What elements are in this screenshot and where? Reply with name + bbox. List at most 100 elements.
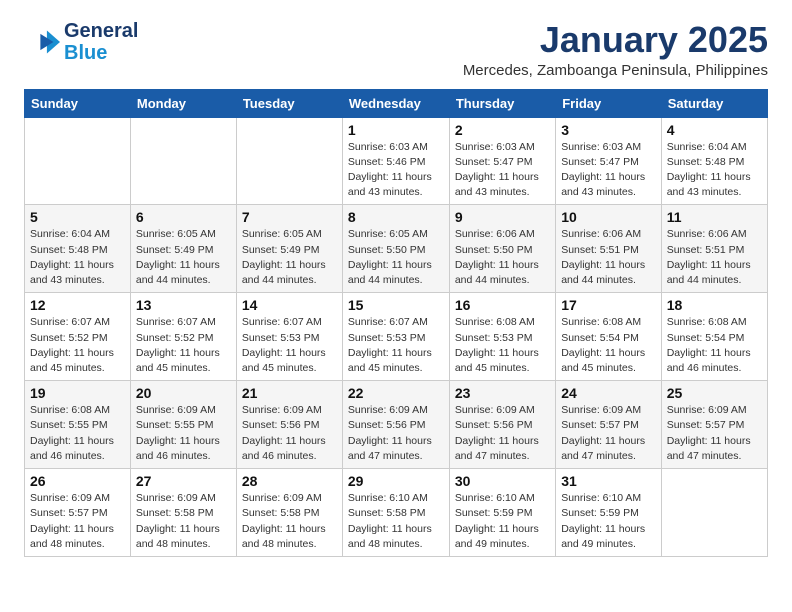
day-number: 18	[667, 297, 762, 313]
day-number: 31	[561, 473, 656, 489]
day-info: Sunrise: 6:09 AMSunset: 5:56 PMDaylight:…	[242, 403, 337, 464]
day-number: 8	[348, 209, 444, 225]
day-info: Sunrise: 6:08 AMSunset: 5:55 PMDaylight:…	[30, 403, 125, 464]
day-number: 21	[242, 385, 337, 401]
day-info: Sunrise: 6:09 AMSunset: 5:58 PMDaylight:…	[242, 491, 337, 552]
day-number: 6	[136, 209, 231, 225]
day-info: Sunrise: 6:10 AMSunset: 5:59 PMDaylight:…	[455, 491, 550, 552]
calendar-cell: 14Sunrise: 6:07 AMSunset: 5:53 PMDayligh…	[236, 293, 342, 381]
calendar-cell: 5Sunrise: 6:04 AMSunset: 5:48 PMDaylight…	[25, 205, 131, 293]
day-info: Sunrise: 6:08 AMSunset: 5:54 PMDaylight:…	[561, 315, 656, 376]
day-number: 13	[136, 297, 231, 313]
week-row-3: 12 Sunrise: 6:07 AMSunset: 5:52 PMDayligh…	[25, 293, 768, 381]
week-row-2: 5Sunrise: 6:04 AMSunset: 5:48 PMDaylight…	[25, 205, 768, 293]
calendar-table: SundayMondayTuesdayWednesdayThursdayFrid…	[24, 89, 768, 557]
calendar-cell: 6 Sunrise: 6:05 AMSunset: 5:49 PMDaylight…	[130, 205, 236, 293]
calendar-cell: 4 Sunrise: 6:04 AMSunset: 5:48 PMDaylight…	[661, 117, 767, 205]
calendar-cell: 23 Sunrise: 6:09 AMSunset: 5:56 PMDayligh…	[449, 381, 555, 469]
day-number: 19	[30, 385, 125, 401]
day-info: Sunrise: 6:03 AMSunset: 5:46 PMDaylight:…	[348, 140, 444, 201]
calendar-cell: 30 Sunrise: 6:10 AMSunset: 5:59 PMDayligh…	[449, 469, 555, 557]
day-number: 16	[455, 297, 550, 313]
calendar-cell: 3 Sunrise: 6:03 AMSunset: 5:47 PMDaylight…	[556, 117, 662, 205]
calendar-cell: 22Sunrise: 6:09 AMSunset: 5:56 PMDayligh…	[342, 381, 449, 469]
day-number: 17	[561, 297, 656, 313]
day-number: 7	[242, 209, 337, 225]
week-row-4: 19 Sunrise: 6:08 AMSunset: 5:55 PMDayligh…	[25, 381, 768, 469]
week-row-5: 26 Sunrise: 6:09 AMSunset: 5:57 PMDayligh…	[25, 469, 768, 557]
calendar-cell	[25, 117, 131, 205]
calendar-cell: 29 Sunrise: 6:10 AMSunset: 5:58 PMDayligh…	[342, 469, 449, 557]
location: Mercedes, Zamboanga Peninsula, Philippin…	[463, 62, 768, 79]
calendar-cell: 31 Sunrise: 6:10 AMSunset: 5:59 PMDayligh…	[556, 469, 662, 557]
day-header-monday: Monday	[130, 89, 236, 117]
day-info: Sunrise: 6:05 AMSunset: 5:50 PMDaylight:…	[348, 227, 444, 288]
day-info: Sunrise: 6:07 AMSunset: 5:52 PMDaylight:…	[30, 315, 125, 376]
logo-general: General	[64, 20, 138, 42]
day-number: 20	[136, 385, 231, 401]
calendar-cell: 26 Sunrise: 6:09 AMSunset: 5:57 PMDayligh…	[25, 469, 131, 557]
calendar-cell: 27 Sunrise: 6:09 AMSunset: 5:58 PMDayligh…	[130, 469, 236, 557]
day-number: 29	[348, 473, 444, 489]
day-number: 26	[30, 473, 125, 489]
day-number: 25	[667, 385, 762, 401]
title-block: January 2025 Mercedes, Zamboanga Peninsu…	[463, 20, 768, 79]
day-header-thursday: Thursday	[449, 89, 555, 117]
day-info: Sunrise: 6:09 AMSunset: 5:58 PMDaylight:…	[136, 491, 231, 552]
day-info: Sunrise: 6:10 AMSunset: 5:58 PMDaylight:…	[348, 491, 444, 552]
day-header-sunday: Sunday	[25, 89, 131, 117]
day-info: Sunrise: 6:04 AMSunset: 5:48 PMDaylight:…	[667, 140, 762, 201]
calendar-cell: 9 Sunrise: 6:06 AMSunset: 5:50 PMDaylight…	[449, 205, 555, 293]
day-info: Sunrise: 6:09 AMSunset: 5:57 PMDaylight:…	[30, 491, 125, 552]
day-info: Sunrise: 6:06 AMSunset: 5:50 PMDaylight:…	[455, 227, 550, 288]
day-info: Sunrise: 6:03 AMSunset: 5:47 PMDaylight:…	[561, 140, 656, 201]
day-info: Sunrise: 6:09 AMSunset: 5:55 PMDaylight:…	[136, 403, 231, 464]
calendar-cell: 24Sunrise: 6:09 AMSunset: 5:57 PMDayligh…	[556, 381, 662, 469]
day-info: Sunrise: 6:06 AMSunset: 5:51 PMDaylight:…	[667, 227, 762, 288]
day-header-wednesday: Wednesday	[342, 89, 449, 117]
day-info: Sunrise: 6:05 AMSunset: 5:49 PMDaylight:…	[136, 227, 231, 288]
day-number: 30	[455, 473, 550, 489]
day-number: 10	[561, 209, 656, 225]
day-info: Sunrise: 6:10 AMSunset: 5:59 PMDaylight:…	[561, 491, 656, 552]
calendar-cell	[661, 469, 767, 557]
week-row-1: 1 Sunrise: 6:03 AMSunset: 5:46 PMDaylight…	[25, 117, 768, 205]
day-header-saturday: Saturday	[661, 89, 767, 117]
calendar-cell: 7 Sunrise: 6:05 AMSunset: 5:49 PMDaylight…	[236, 205, 342, 293]
calendar-cell: 16Sunrise: 6:08 AMSunset: 5:53 PMDayligh…	[449, 293, 555, 381]
day-number: 1	[348, 122, 444, 138]
calendar-cell: 12 Sunrise: 6:07 AMSunset: 5:52 PMDayligh…	[25, 293, 131, 381]
calendar-cell: 11Sunrise: 6:06 AMSunset: 5:51 PMDayligh…	[661, 205, 767, 293]
day-number: 24	[561, 385, 656, 401]
day-info: Sunrise: 6:04 AMSunset: 5:48 PMDaylight:…	[30, 227, 125, 288]
calendar-cell	[130, 117, 236, 205]
calendar-cell: 13Sunrise: 6:07 AMSunset: 5:52 PMDayligh…	[130, 293, 236, 381]
logo-icon	[24, 24, 60, 60]
day-number: 3	[561, 122, 656, 138]
day-number: 2	[455, 122, 550, 138]
calendar-cell: 15Sunrise: 6:07 AMSunset: 5:53 PMDayligh…	[342, 293, 449, 381]
header-row: SundayMondayTuesdayWednesdayThursdayFrid…	[25, 89, 768, 117]
day-info: Sunrise: 6:09 AMSunset: 5:56 PMDaylight:…	[455, 403, 550, 464]
day-number: 27	[136, 473, 231, 489]
day-number: 4	[667, 122, 762, 138]
calendar-cell: 21 Sunrise: 6:09 AMSunset: 5:56 PMDayligh…	[236, 381, 342, 469]
day-info: Sunrise: 6:07 AMSunset: 5:53 PMDaylight:…	[242, 315, 337, 376]
calendar-cell: 8 Sunrise: 6:05 AMSunset: 5:50 PMDaylight…	[342, 205, 449, 293]
calendar-cell: 10 Sunrise: 6:06 AMSunset: 5:51 PMDayligh…	[556, 205, 662, 293]
calendar-cell: 2Sunrise: 6:03 AMSunset: 5:47 PMDaylight…	[449, 117, 555, 205]
calendar-cell: 28Sunrise: 6:09 AMSunset: 5:58 PMDayligh…	[236, 469, 342, 557]
day-number: 23	[455, 385, 550, 401]
day-info: Sunrise: 6:06 AMSunset: 5:51 PMDaylight:…	[561, 227, 656, 288]
day-header-friday: Friday	[556, 89, 662, 117]
day-info: Sunrise: 6:09 AMSunset: 5:57 PMDaylight:…	[667, 403, 762, 464]
day-number: 12	[30, 297, 125, 313]
calendar-cell: 18Sunrise: 6:08 AMSunset: 5:54 PMDayligh…	[661, 293, 767, 381]
day-info: Sunrise: 6:05 AMSunset: 5:49 PMDaylight:…	[242, 227, 337, 288]
calendar-cell: 1 Sunrise: 6:03 AMSunset: 5:46 PMDaylight…	[342, 117, 449, 205]
calendar-cell: 20 Sunrise: 6:09 AMSunset: 5:55 PMDayligh…	[130, 381, 236, 469]
day-number: 9	[455, 209, 550, 225]
calendar-cell: 17 Sunrise: 6:08 AMSunset: 5:54 PMDayligh…	[556, 293, 662, 381]
day-number: 15	[348, 297, 444, 313]
calendar-cell	[236, 117, 342, 205]
